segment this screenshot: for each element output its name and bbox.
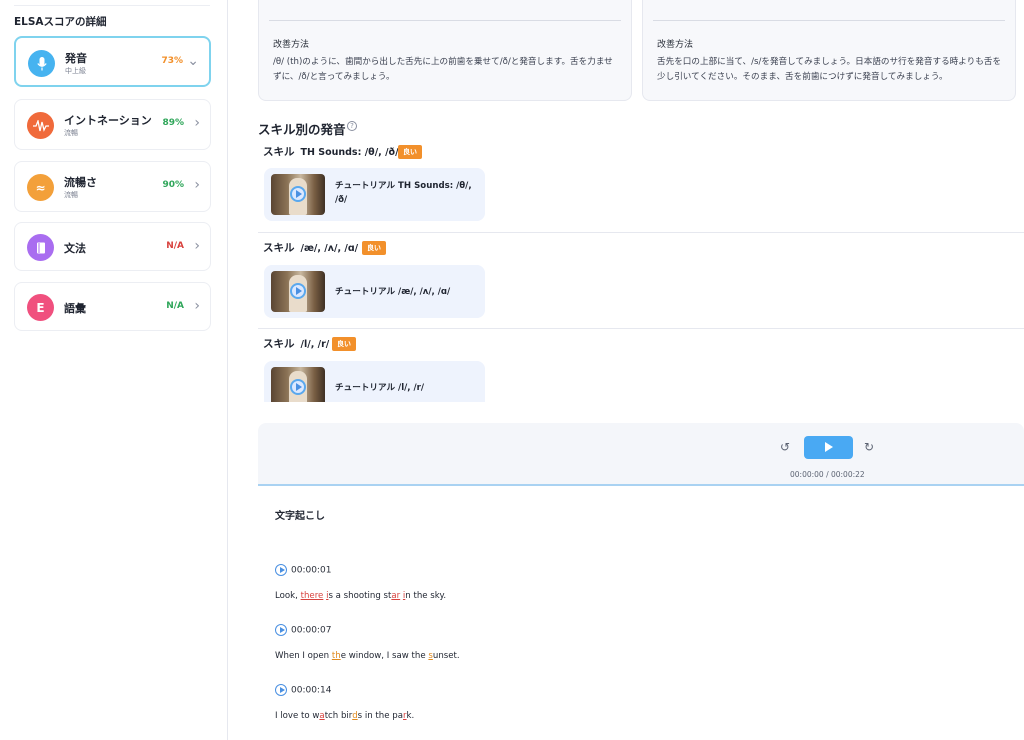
tutorial-card[interactable]: チュートリアル /l/, /r/ bbox=[264, 361, 485, 402]
sidebar-item-pronunciation[interactable]: 発音 中上級 73% ⌄ bbox=[14, 36, 211, 87]
letter-e-icon: E bbox=[27, 294, 54, 321]
sentence-text: Look, bbox=[275, 591, 301, 601]
skill-prefix: スキル bbox=[263, 242, 295, 254]
status-badge: 良い bbox=[362, 241, 386, 255]
score-value: 73% bbox=[161, 56, 183, 66]
score-value: 90% bbox=[162, 180, 184, 190]
highlighted-sound[interactable]: there bbox=[301, 591, 324, 601]
tutorial-title: チュートリアル TH Sounds: /θ/, /ð/ bbox=[335, 181, 472, 205]
sentence-text: s in the pa bbox=[357, 711, 403, 721]
help-icon[interactable]: ? bbox=[347, 121, 357, 131]
sidebar-item-label: 文法 bbox=[64, 242, 86, 255]
sidebar-item-fluency[interactable]: ≈ 流暢さ 流暢 90% › bbox=[14, 161, 211, 212]
sidebar-item-grammar[interactable]: 文法 N/A › bbox=[14, 222, 211, 271]
timestamp[interactable]: 00:00:14 bbox=[275, 684, 331, 696]
sentence-text: unset. bbox=[432, 651, 460, 661]
sentence-text: s a shooting st bbox=[328, 591, 392, 601]
skill-title: スキル/l/, /r/ bbox=[263, 336, 329, 351]
transcript-sentence: Look, there is a shooting star in the sk… bbox=[275, 591, 446, 601]
chevron-down-icon: ⌄ bbox=[187, 53, 199, 69]
status-badge: 良い bbox=[398, 145, 422, 159]
transcript-sentence: I love to watch birds in the park. bbox=[275, 711, 414, 721]
approx-icon: ≈ bbox=[27, 174, 54, 201]
timestamp[interactable]: 00:00:07 bbox=[275, 624, 331, 636]
video-thumbnail bbox=[271, 174, 325, 215]
divider bbox=[258, 232, 1024, 233]
play-icon[interactable] bbox=[275, 564, 287, 576]
sidebar-item-label: 流暢さ bbox=[64, 176, 97, 189]
skill-title: スキル/æ/, /ʌ/, /ɑ/ bbox=[263, 240, 358, 255]
chevron-right-icon: › bbox=[194, 238, 200, 254]
sentence-text: I love to w bbox=[275, 711, 320, 721]
sidebar-item-level: 流暢 bbox=[64, 191, 78, 199]
skill-name: TH Sounds: /θ/, /ð/ bbox=[300, 147, 399, 158]
play-button[interactable] bbox=[804, 436, 853, 459]
book-icon bbox=[27, 234, 54, 261]
play-icon[interactable] bbox=[275, 624, 287, 636]
sidebar-item-level: 中上級 bbox=[65, 67, 86, 75]
skill-prefix: スキル bbox=[263, 146, 295, 158]
rewind-icon[interactable]: ↺ bbox=[780, 440, 790, 454]
sidebar-item-label: 語彙 bbox=[64, 302, 86, 315]
tip-card: 改善方法 舌先を口の上部に当て、/s/を発音してみましょう。日本語のサ行を発音す… bbox=[642, 0, 1016, 101]
tutorial-card[interactable]: チュートリアル /æ/, /ʌ/, /ɑ/ bbox=[264, 265, 485, 318]
status-badge: 良い bbox=[332, 337, 356, 351]
sidebar-item-label: イントネーション bbox=[64, 114, 152, 127]
divider bbox=[653, 20, 1005, 21]
tutorial-title: チュートリアル /æ/, /ʌ/, /ɑ/ bbox=[335, 287, 451, 297]
playback-time: 00:00:00 / 00:00:22 bbox=[790, 470, 865, 479]
audio-player: ↺ ↻ 00:00:00 / 00:00:22 bbox=[258, 423, 1024, 486]
sidebar-item-level: 流暢 bbox=[64, 129, 78, 137]
sidebar-item-intonation[interactable]: イントネーション 流暢 89% › bbox=[14, 99, 211, 150]
divider bbox=[269, 20, 621, 21]
sentence-text: tch bir bbox=[324, 711, 353, 721]
transcript-sentence: When I open the window, I saw the sunset… bbox=[275, 651, 460, 661]
score-value: 89% bbox=[162, 118, 184, 128]
divider bbox=[14, 5, 210, 6]
tip-body: /θ/ (th)のように、歯間から出した舌先に上の前歯を乗せて/ð/と発音します… bbox=[273, 57, 613, 82]
chevron-right-icon: › bbox=[194, 115, 200, 131]
skill-name: /æ/, /ʌ/, /ɑ/ bbox=[300, 243, 359, 254]
transcript-title: 文字起こし bbox=[275, 511, 325, 522]
highlighted-sound[interactable]: th bbox=[332, 651, 341, 661]
play-icon bbox=[290, 379, 306, 395]
divider bbox=[258, 328, 1024, 329]
timestamp-label: 00:00:01 bbox=[291, 565, 332, 576]
sentence-text: When I open bbox=[275, 651, 332, 661]
skill-prefix: スキル bbox=[263, 338, 295, 350]
sidebar-item-label: 発音 bbox=[65, 52, 87, 65]
sentence-text: k. bbox=[406, 711, 415, 721]
section-title: スキル別の発音 bbox=[258, 122, 346, 137]
sentence-text: e window, I saw the bbox=[340, 651, 429, 661]
score-value: N/A bbox=[166, 301, 184, 311]
sidebar-item-vocabulary[interactable]: E 語彙 N/A › bbox=[14, 282, 211, 331]
video-thumbnail bbox=[271, 367, 325, 402]
score-value: N/A bbox=[166, 241, 184, 251]
chevron-right-icon: › bbox=[194, 177, 200, 193]
timestamp[interactable]: 00:00:01 bbox=[275, 564, 331, 576]
forward-icon[interactable]: ↻ bbox=[864, 440, 874, 454]
skill-name: /l/, /r/ bbox=[300, 339, 330, 350]
chevron-right-icon: › bbox=[194, 298, 200, 314]
timestamp-label: 00:00:14 bbox=[291, 685, 332, 696]
video-thumbnail bbox=[271, 271, 325, 312]
sentence-text: n the sky. bbox=[405, 591, 447, 601]
tip-card: 改善方法 /θ/ (th)のように、歯間から出した舌先に上の前歯を乗せて/ð/と… bbox=[258, 0, 632, 101]
sidebar-title: ELSAスコアの詳細 bbox=[14, 16, 107, 28]
play-icon bbox=[290, 283, 306, 299]
timestamp-label: 00:00:07 bbox=[291, 625, 332, 636]
wave-icon bbox=[27, 112, 54, 139]
tip-heading: 改善方法 bbox=[657, 40, 694, 50]
skill-title: スキル TH Sounds: /θ/, /ð/ bbox=[263, 144, 399, 159]
highlighted-sound[interactable]: ar bbox=[391, 591, 400, 601]
mic-icon bbox=[28, 50, 55, 77]
tip-body: 舌先を口の上部に当て、/s/を発音してみましょう。日本語のサ行を発音する時よりも… bbox=[657, 57, 1002, 82]
play-icon bbox=[290, 186, 306, 202]
tip-heading: 改善方法 bbox=[273, 40, 310, 50]
tutorial-title: チュートリアル /l/, /r/ bbox=[335, 383, 425, 393]
sidebar: ELSAスコアの詳細 発音 中上級 73% ⌄ イントネーション 流暢 89% … bbox=[0, 0, 228, 740]
tutorial-card[interactable]: チュートリアル TH Sounds: /θ/, /ð/ bbox=[264, 168, 485, 221]
play-icon[interactable] bbox=[275, 684, 287, 696]
